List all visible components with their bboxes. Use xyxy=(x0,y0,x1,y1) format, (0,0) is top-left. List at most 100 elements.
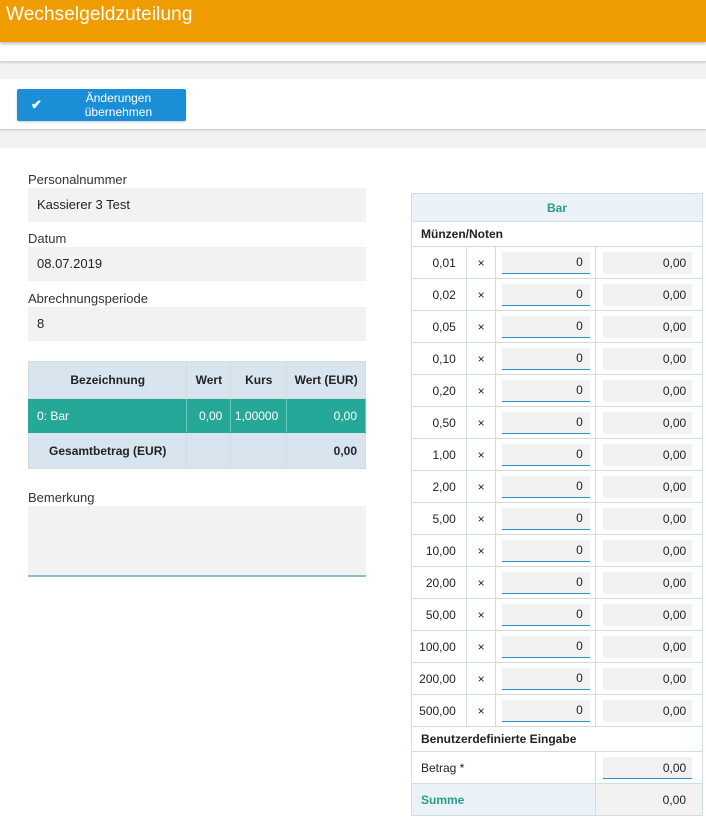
denomination-value: 10,00 xyxy=(411,534,467,567)
betrag-input[interactable]: 0,00 xyxy=(603,756,693,779)
cell-wert-eur: 0,00 xyxy=(286,398,366,433)
quantity-input[interactable]: 0 xyxy=(501,507,590,530)
app-header: Wechselgeldzuteilung xyxy=(0,0,706,42)
currency-table: Bezeichnung Wert Kurs Wert (EUR) 0: Bar … xyxy=(27,361,366,469)
multiply-sign: × xyxy=(465,406,497,439)
apply-changes-button[interactable]: ✔ Änderungen übernehmen xyxy=(17,89,186,121)
denomination-value: 0,05 xyxy=(411,310,467,343)
denomination-row: 100,00 × 0 0,00 xyxy=(411,630,703,663)
denomination-value: 500,00 xyxy=(411,694,467,727)
quantity-input[interactable]: 0 xyxy=(501,475,590,498)
denomination-row: 2,00 × 0 0,00 xyxy=(411,470,703,503)
cell-kurs: 1,00000 xyxy=(230,398,288,433)
denomination-row: 0,50 × 0 0,00 xyxy=(411,406,703,439)
action-bar: ✔ Änderungen übernehmen xyxy=(0,79,706,130)
amount-value: 0,00 xyxy=(603,507,693,530)
quantity-input[interactable]: 0 xyxy=(501,251,590,274)
bemerkung-textarea[interactable] xyxy=(28,506,366,577)
quantity-input[interactable]: 0 xyxy=(501,699,590,722)
quantity-input[interactable]: 0 xyxy=(501,443,590,466)
quantity-input[interactable]: 0 xyxy=(501,539,590,562)
denomination-row: 0,05 × 0 0,00 xyxy=(411,310,703,343)
denomination-value: 1,00 xyxy=(411,438,467,471)
denomination-row: 0,10 × 0 0,00 xyxy=(411,342,703,375)
datum-label: Datum xyxy=(28,231,67,246)
denomination-row: 50,00 × 0 0,00 xyxy=(411,598,703,631)
apply-changes-label: Änderungen übernehmen xyxy=(84,91,153,119)
amount-value: 0,00 xyxy=(603,347,693,370)
multiply-sign: × xyxy=(465,598,497,631)
multiply-sign: × xyxy=(465,470,497,503)
amount-value: 0,00 xyxy=(603,283,693,306)
betrag-label: Betrag * xyxy=(410,751,597,784)
cash-count-table: Bar Münzen/Noten 0,01 × 0 0,00 0,02 × 0 0,00 0,0… xyxy=(410,193,703,816)
quantity-input[interactable]: 0 xyxy=(501,635,590,658)
quantity-input[interactable]: 0 xyxy=(501,379,590,402)
tab-strip xyxy=(0,42,706,62)
amount-value: 0,00 xyxy=(603,603,693,626)
quantity-input[interactable]: 0 xyxy=(501,411,590,434)
denomination-value: 20,00 xyxy=(411,566,467,599)
coins-notes-section-label: Münzen/Noten xyxy=(411,221,703,247)
denomination-row: 200,00 × 0 0,00 xyxy=(411,662,703,695)
multiply-sign: × xyxy=(465,342,497,375)
amount-value: 0,00 xyxy=(603,667,693,690)
multiply-sign: × xyxy=(465,374,497,407)
amount-value: 0,00 xyxy=(603,475,693,498)
bemerkung-label: Bemerkung xyxy=(28,490,95,505)
multiply-sign: × xyxy=(465,438,497,471)
multiply-sign: × xyxy=(465,310,497,343)
periode-field[interactable]: 8 xyxy=(28,307,366,341)
quantity-input[interactable]: 0 xyxy=(501,603,590,626)
denomination-row: 1,00 × 0 0,00 xyxy=(411,438,703,471)
table-row[interactable]: 0: Bar 0,00 1,00000 0,00 xyxy=(27,398,366,433)
multiply-sign: × xyxy=(465,534,497,567)
denomination-value: 2,00 xyxy=(411,470,467,503)
quantity-input[interactable]: 0 xyxy=(501,283,590,306)
quantity-input[interactable]: 0 xyxy=(501,571,590,594)
quantity-input[interactable]: 0 xyxy=(501,347,590,370)
custom-input-section-label: Benutzerdefinierte Eingabe xyxy=(411,726,703,752)
multiply-sign: × xyxy=(465,566,497,599)
cell-bezeichnung: 0: Bar xyxy=(27,398,188,433)
quantity-input[interactable]: 0 xyxy=(501,315,590,338)
total-label: Gesamtbetrag (EUR) xyxy=(27,432,188,469)
denomination-value: 0,10 xyxy=(411,342,467,375)
multiply-sign: × xyxy=(465,278,497,311)
denomination-row: 0,02 × 0 0,00 xyxy=(411,278,703,311)
total-value: 0,00 xyxy=(286,432,366,469)
multiply-sign: × xyxy=(465,694,497,727)
column-header-kurs: Kurs xyxy=(230,361,288,399)
quantity-input[interactable]: 0 xyxy=(501,667,590,690)
denomination-value: 0,20 xyxy=(411,374,467,407)
amount-value: 0,00 xyxy=(603,539,693,562)
amount-value: 0,00 xyxy=(603,379,693,402)
column-header-bezeichnung: Bezeichnung xyxy=(27,361,188,399)
denomination-row: 500,00 × 0 0,00 xyxy=(411,694,703,727)
periode-label: Abrechnungsperiode xyxy=(28,291,148,306)
cash-table-header: Bar xyxy=(411,193,703,222)
summe-label: Summe xyxy=(410,783,597,816)
multiply-sign: × xyxy=(465,502,497,535)
denomination-value: 0,01 xyxy=(411,246,467,279)
amount-value: 0,00 xyxy=(603,635,693,658)
denomination-row: 0,20 × 0 0,00 xyxy=(411,374,703,407)
column-header-wert: Wert xyxy=(186,361,232,399)
amount-value: 0,00 xyxy=(603,699,693,722)
page-title: Wechselgeldzuteilung xyxy=(6,4,193,25)
denomination-row: 20,00 × 0 0,00 xyxy=(411,566,703,599)
denomination-value: 0,02 xyxy=(411,278,467,311)
main-content: Personalnummer Kassierer 3 Test Datum 08… xyxy=(0,148,706,820)
amount-value: 0,00 xyxy=(603,315,693,338)
denomination-value: 200,00 xyxy=(411,662,467,695)
multiply-sign: × xyxy=(465,246,497,279)
denomination-value: 5,00 xyxy=(411,502,467,535)
personalnummer-field[interactable]: Kassierer 3 Test xyxy=(28,188,366,222)
cell-wert: 0,00 xyxy=(186,398,232,433)
denomination-value: 100,00 xyxy=(411,630,467,663)
denomination-value: 0,50 xyxy=(411,406,467,439)
amount-value: 0,00 xyxy=(603,411,693,434)
multiply-sign: × xyxy=(465,630,497,663)
denomination-row: 0,01 × 0 0,00 xyxy=(411,246,703,279)
datum-field[interactable]: 08.07.2019 xyxy=(28,247,366,281)
